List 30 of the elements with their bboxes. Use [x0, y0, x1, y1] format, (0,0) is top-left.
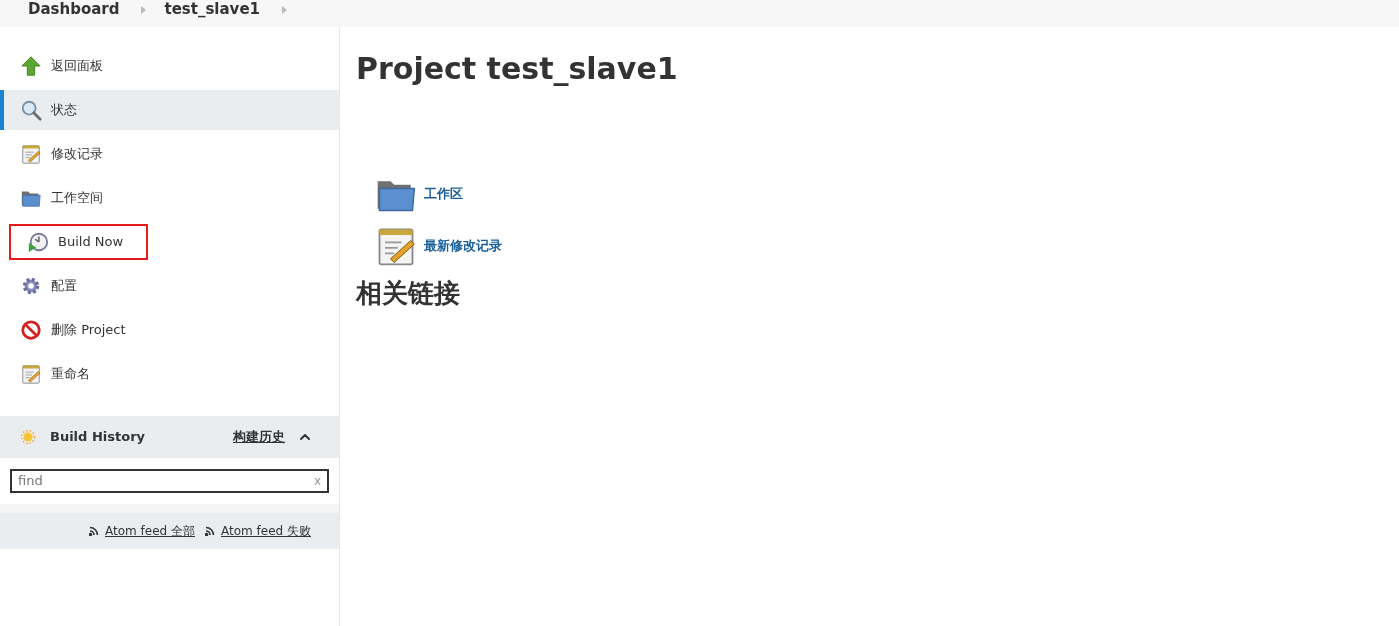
sidebar-item[interactable]: 删除 Project [0, 310, 339, 350]
caret-icon [282, 5, 287, 14]
build-history-link[interactable]: 构建历史 [233, 427, 285, 447]
breadcrumb-link[interactable]: test_slave1 [164, 0, 260, 21]
build-history-title: Build History [50, 428, 145, 447]
up-arrow-icon [20, 55, 42, 77]
main-link[interactable]: 最新修改记录 [424, 236, 502, 256]
rss-icon [89, 526, 100, 536]
section-heading: 相关链接 [356, 277, 461, 310]
sidebar-item[interactable]: 修改记录 [0, 134, 339, 174]
notepad-pencil-icon [20, 143, 42, 165]
sidebar-item[interactable]: 配置 [0, 266, 339, 306]
sidebar-item[interactable]: 工作空间 [0, 178, 339, 218]
rss-icon [205, 526, 215, 536]
notepad-pencil-icon [20, 363, 42, 385]
atom-feed-link[interactable]: Atom feed 全部 [105, 522, 195, 540]
search-icon [20, 99, 42, 121]
clock-play-icon [27, 231, 49, 253]
sidebar-item[interactable]: 状态 [0, 90, 339, 130]
sun-icon [20, 429, 36, 445]
settings-icon [20, 275, 42, 297]
sidebar-item[interactable]: 返回面板 [0, 46, 339, 86]
atom-feed-link[interactable]: Atom feed 失败 [221, 522, 311, 540]
main-link[interactable]: 工作区 [424, 184, 463, 204]
breadcrumb-link[interactable]: Dashboard [28, 0, 120, 21]
sidebar-item[interactable]: Build Now [7, 222, 150, 262]
sidebar-item[interactable]: 重命名 [0, 354, 339, 394]
forbidden-icon [20, 319, 42, 341]
caret-icon [141, 5, 147, 14]
page-title: Project test_slave1 [356, 54, 679, 84]
